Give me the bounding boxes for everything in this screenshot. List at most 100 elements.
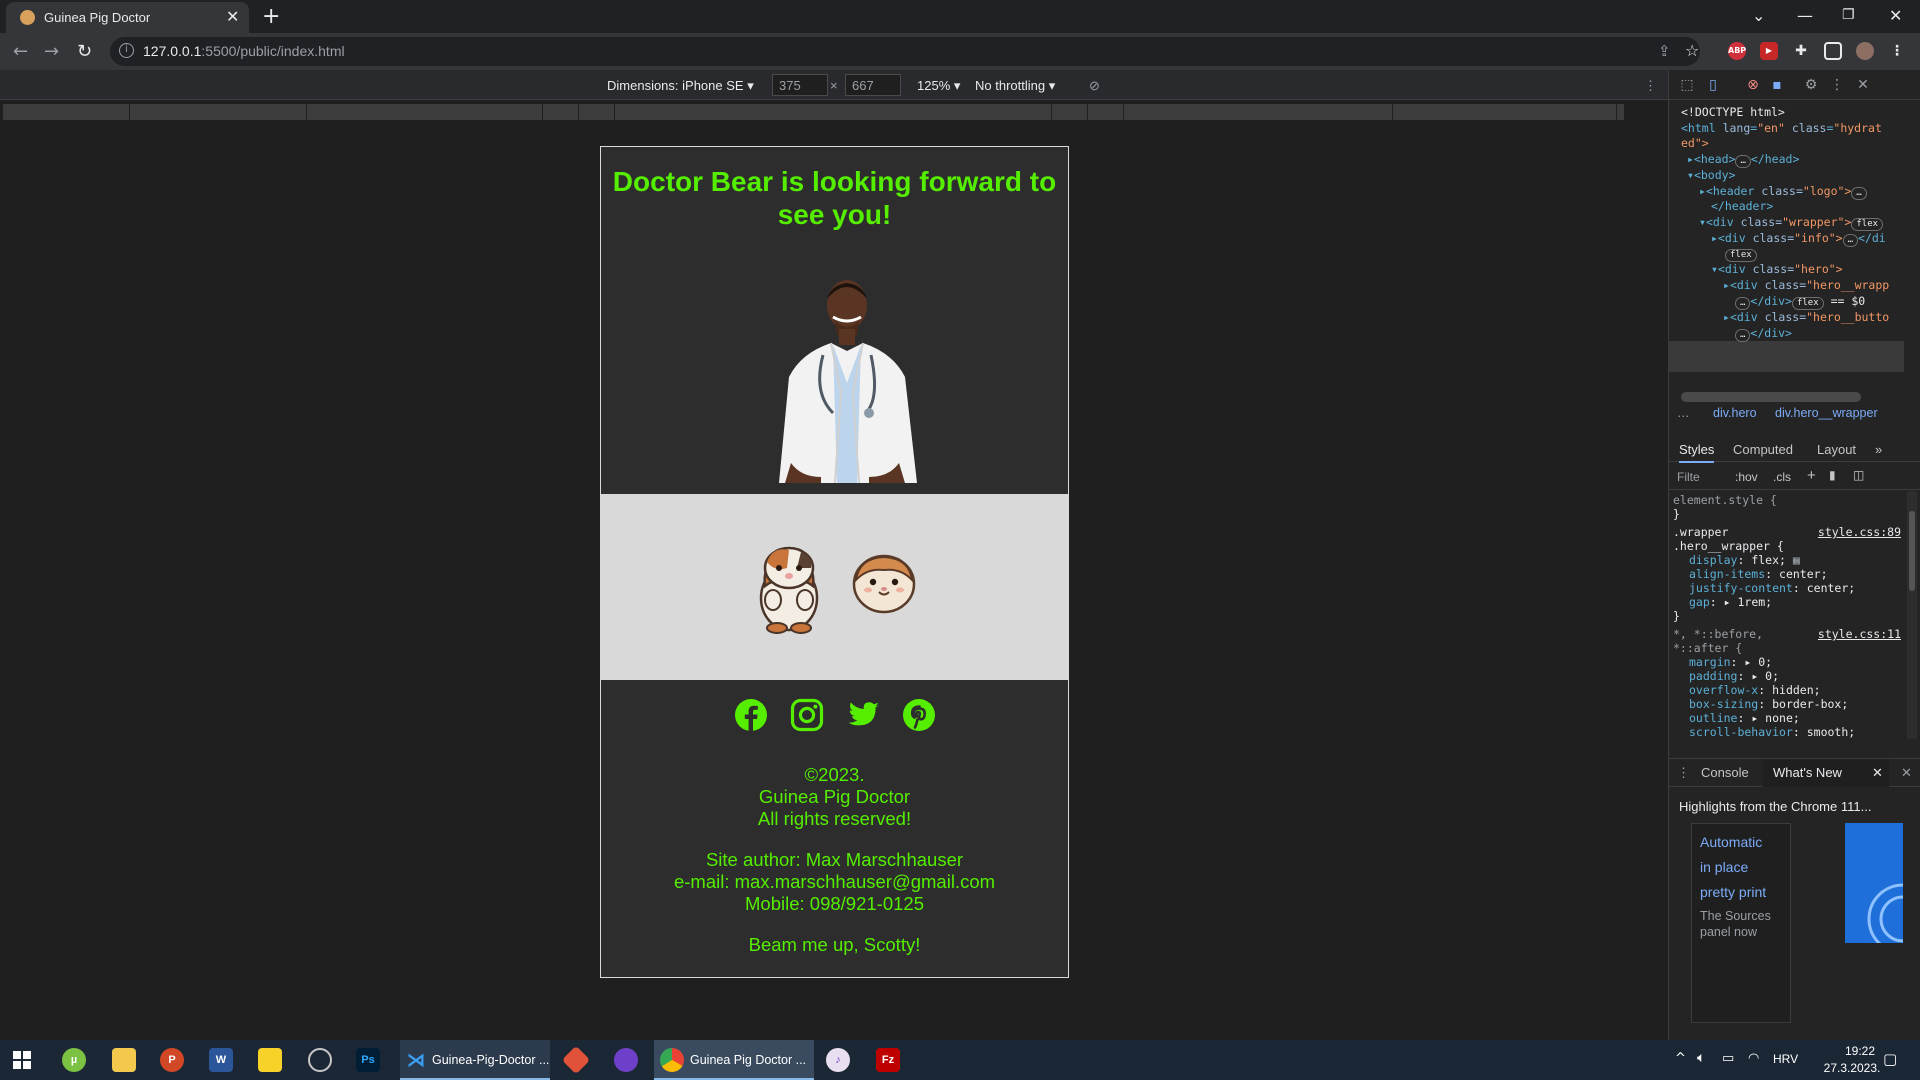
- profile-avatar[interactable]: [1856, 42, 1874, 60]
- dom-hero-wrapper[interactable]: ▸<div class="hero__wrapp: [1723, 278, 1889, 292]
- paint-icon[interactable]: ▮: [1829, 468, 1836, 482]
- source-link[interactable]: style.css:89: [1818, 525, 1901, 539]
- photoshop-icon[interactable]: Ps: [356, 1048, 380, 1072]
- breadcrumb-item[interactable]: div.hero: [1713, 406, 1757, 420]
- css-declaration[interactable]: overflow-x: hidden;: [1689, 683, 1821, 697]
- rotate-icon[interactable]: ⊘: [1089, 78, 1100, 94]
- sourcetree-icon[interactable]: [561, 1045, 591, 1075]
- app-circle-icon[interactable]: [308, 1048, 332, 1072]
- tab-computed[interactable]: Computed: [1733, 442, 1793, 457]
- error-count-icon[interactable]: ⊗: [1745, 77, 1761, 93]
- github-desktop-icon[interactable]: [614, 1048, 638, 1072]
- window-close-button[interactable]: ✕: [1889, 6, 1902, 25]
- site-info-icon[interactable]: i: [119, 43, 134, 58]
- card-line[interactable]: pretty print: [1700, 884, 1766, 900]
- css-declaration[interactable]: box-sizing: border-box;: [1689, 697, 1848, 711]
- volume-icon[interactable]: 🔈︎: [1697, 1050, 1705, 1066]
- minimize-button[interactable]: —: [1797, 6, 1813, 25]
- restore-button[interactable]: ❐: [1842, 7, 1855, 23]
- css-declaration[interactable]: outline: ▸ none;: [1689, 711, 1800, 725]
- breadcrumb-more-icon[interactable]: …: [1677, 406, 1690, 420]
- hov-toggle[interactable]: :hov: [1735, 470, 1758, 484]
- device-select[interactable]: Dimensions: iPhone SE ▾: [607, 78, 754, 94]
- css-declaration[interactable]: display: flex; ▦: [1689, 553, 1800, 567]
- devtools-close-icon[interactable]: ✕: [1855, 77, 1871, 93]
- share-icon[interactable]: ⇪: [1658, 42, 1671, 60]
- breadcrumb-item[interactable]: div.hero__wrapper: [1775, 406, 1878, 420]
- taskbar-chrome[interactable]: Guinea Pig Doctor ...: [654, 1040, 814, 1080]
- back-arrow-icon[interactable]: ←: [13, 41, 28, 62]
- url-text[interactable]: 127.0.0.1:5500/public/index.html: [143, 43, 345, 59]
- css-declaration[interactable]: padding: ▸ 0;: [1689, 669, 1779, 683]
- tab-styles[interactable]: Styles: [1679, 442, 1715, 463]
- forward-arrow-icon[interactable]: →: [44, 41, 59, 62]
- inspect-element-icon[interactable]: ⬚: [1679, 77, 1695, 93]
- dom-doctype[interactable]: <!DOCTYPE html>: [1681, 105, 1785, 119]
- dom-html[interactable]: <html lang="en" class="hydrat: [1681, 121, 1882, 135]
- dom-info[interactable]: ▸<div class="info">… </di: [1711, 231, 1886, 247]
- style-rules[interactable]: element.style { } .wrapper style.css:89 …: [1669, 491, 1905, 739]
- instagram-icon[interactable]: [790, 698, 824, 732]
- footer-email[interactable]: e-mail: max.marschhauser@gmail.com: [601, 871, 1068, 894]
- element-style-rule[interactable]: element.style {: [1673, 493, 1777, 507]
- wifi-icon[interactable]: ◠: [1748, 1051, 1759, 1066]
- tab-layout[interactable]: Layout: [1817, 442, 1856, 457]
- styles-scrollbar[interactable]: [1907, 491, 1917, 739]
- tab-search-chevron-icon[interactable]: ⌄: [1752, 6, 1765, 25]
- facebook-icon[interactable]: [734, 698, 768, 732]
- drawer-menu-icon[interactable]: ⋮: [1677, 765, 1690, 781]
- devtools-settings-gear-icon[interactable]: ⚙: [1803, 77, 1819, 93]
- source-link[interactable]: style.css:11: [1818, 627, 1901, 641]
- device-toolbar-more-icon[interactable]: ⋮: [1644, 78, 1657, 94]
- css-declaration[interactable]: align-items: center;: [1689, 567, 1828, 581]
- itunes-icon[interactable]: ♪: [826, 1048, 850, 1072]
- reload-icon[interactable]: ↻: [77, 41, 92, 62]
- css-declaration[interactable]: scroll-behavior: smooth;: [1689, 725, 1855, 739]
- chrome-menu-icon[interactable]: ⋮: [1888, 42, 1906, 60]
- browser-tab[interactable]: Guinea Pig Doctor ✕: [6, 2, 249, 33]
- throttling-select[interactable]: No throttling ▾: [975, 78, 1055, 94]
- elements-tree[interactable]: <!DOCTYPE html> <html lang="en" class="h…: [1669, 101, 1904, 391]
- viewport-width-input[interactable]: 375: [772, 74, 828, 96]
- css-declaration[interactable]: margin: ▸ 0;: [1689, 655, 1772, 669]
- dom-head[interactable]: ▸<head>… </head>: [1687, 152, 1799, 168]
- adblock-plus-icon[interactable]: ABP: [1728, 42, 1746, 60]
- twitter-icon[interactable]: [846, 698, 880, 732]
- footer-mobile[interactable]: Mobile: 098/921-0125: [601, 893, 1068, 916]
- media-extension-icon[interactable]: ▶: [1760, 42, 1778, 60]
- elements-horizontal-scrollbar[interactable]: [1681, 392, 1861, 402]
- dom-hero[interactable]: ▾<div class="hero">: [1711, 262, 1843, 276]
- new-tab-button[interactable]: +: [262, 4, 280, 29]
- dom-hero-buttons[interactable]: ▸<div class="hero__butto: [1723, 310, 1889, 324]
- dom-header[interactable]: ▸<header class="logo">…: [1699, 184, 1867, 200]
- dom-wrapper[interactable]: ▾<div class="wrapper"> flex: [1699, 215, 1884, 231]
- file-explorer-icon[interactable]: [112, 1048, 136, 1072]
- issues-icon[interactable]: ▪: [1769, 77, 1785, 93]
- battery-icon[interactable]: ▭: [1722, 1051, 1734, 1066]
- zoom-select[interactable]: 125% ▾: [917, 78, 960, 94]
- address-bar[interactable]: i 127.0.0.1:5500/public/index.html ⇪ ☆: [110, 37, 1700, 66]
- card-line[interactable]: Automatic: [1700, 834, 1762, 850]
- sticky-notes-icon[interactable]: [258, 1048, 282, 1072]
- new-rule-icon[interactable]: +: [1807, 467, 1816, 484]
- device-toggle-icon[interactable]: ▯: [1705, 77, 1721, 93]
- extensions-puzzle-icon[interactable]: ✚: [1792, 42, 1810, 60]
- utorrent-icon[interactable]: µ: [62, 1048, 86, 1072]
- drawer-close-icon[interactable]: ✕: [1901, 765, 1912, 781]
- css-declaration[interactable]: gap: ▸ 1rem;: [1689, 595, 1772, 609]
- viewport-height-input[interactable]: 667: [845, 74, 901, 96]
- tab-close-icon[interactable]: ✕: [226, 7, 239, 26]
- css-declaration[interactable]: justify-content: center;: [1689, 581, 1855, 595]
- media-query-bar[interactable]: [3, 104, 1665, 120]
- powerpoint-icon[interactable]: P: [160, 1048, 184, 1072]
- whats-new-card[interactable]: Automatic in place pretty print The Sour…: [1691, 823, 1791, 1023]
- more-tabs-icon[interactable]: »: [1875, 442, 1882, 457]
- tab-whats-new[interactable]: What's New: [1773, 765, 1842, 780]
- pinterest-icon[interactable]: [902, 698, 936, 732]
- windows-start-icon[interactable]: [10, 1048, 34, 1072]
- dom-body[interactable]: ▾<body>: [1687, 168, 1735, 182]
- language-indicator[interactable]: HRV: [1773, 1052, 1798, 1066]
- word-icon[interactable]: W: [209, 1048, 233, 1072]
- cls-toggle[interactable]: .cls: [1773, 470, 1791, 484]
- styles-filter-input[interactable]: Filte: [1677, 470, 1700, 484]
